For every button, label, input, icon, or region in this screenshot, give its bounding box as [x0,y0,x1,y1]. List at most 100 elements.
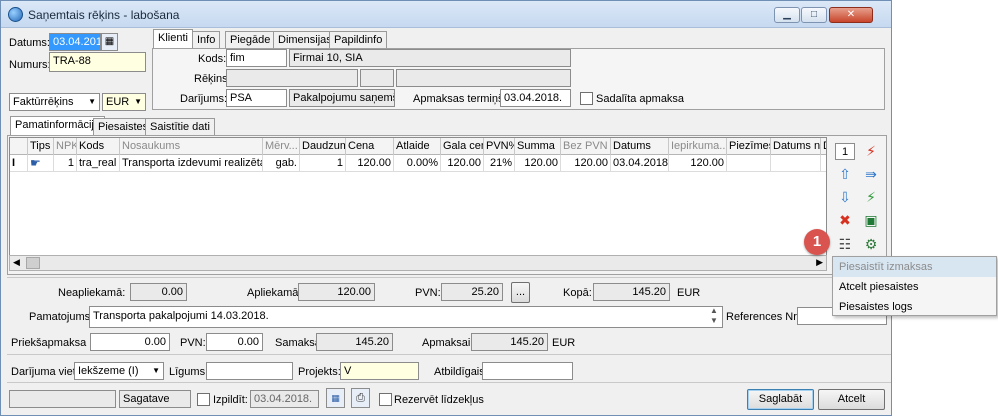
col-datums-no[interactable]: Datums no [771,138,821,155]
tab-piegade[interactable]: Piegāde [225,31,276,49]
kopa-currency: EUR [677,287,701,299]
rezervet-checkbox[interactable] [379,393,392,406]
move-right-icon[interactable]: ⇛ [861,164,881,184]
grid-horizontal-scrollbar[interactable]: ◀ ▶ [9,255,827,271]
col-gala-cena[interactable]: Gala cena [441,138,484,155]
maximize-button[interactable]: □ [801,7,827,23]
atbildigais-label: Atbildīgais: [434,366,488,378]
menu-item-piesaistes-logs[interactable]: Piesaistes logs [833,297,996,317]
move-up-icon[interactable]: ⇧ [835,164,855,184]
separator [7,277,891,278]
atbildigais-input[interactable] [482,362,573,380]
callout-badge: 1 [804,229,830,255]
save-button[interactable]: Saglabāt [747,389,814,410]
darijuma-vieta-select[interactable]: Iekšzeme (I) ▼ [74,362,164,380]
pvn-details-button[interactable]: ... [511,282,530,303]
col-cena[interactable]: Cena [346,138,394,155]
hand-icon[interactable]: ☛ [28,155,54,172]
doc-type-value: Faktūrrēķins [13,96,74,108]
col-atlaide[interactable]: Atlaide [394,138,441,155]
table-row[interactable]: I ☛ 1 tra_real Transporta izdevumi reali… [10,155,826,172]
references-label: References Nr.: [726,311,803,323]
excel-icon[interactable]: ▣ [861,210,881,230]
rezervet-label: Rezervēt līdzekļus [394,394,484,406]
pamatojums-spinner-icon[interactable]: ▲ ▼ [710,306,718,326]
list-icon[interactable]: ☷ [835,234,855,254]
delete-icon[interactable]: ✖ [835,210,855,230]
calendar-icon[interactable]: ▦ [326,388,345,408]
currency-value: EUR [106,96,130,108]
col-merv[interactable]: Mērv... [263,138,300,155]
col-piezimes[interactable]: Piezīmes [727,138,771,155]
col-pvn[interactable]: PVN% [484,138,515,155]
scroll-left-icon[interactable]: ◀ [13,257,20,268]
col-datums[interactable]: Datums [611,138,669,155]
close-button[interactable]: ✕ [829,7,873,23]
tab-dimensijas[interactable]: Dimensijas [273,31,337,49]
pamatojums-input[interactable]: Transporta pakalpojumi 14.03.2018. [89,306,723,328]
col-d[interactable]: D [821,138,826,155]
lightning-green-icon[interactable]: ⚡ [861,187,881,207]
move-down-icon[interactable]: ⇩ [835,187,855,207]
minimize-button[interactable]: ▁ [774,7,800,23]
apmaksas-termins-input[interactable]: 03.04.2018. [500,89,571,107]
sadalita-apmaksa-checkbox[interactable] [580,92,593,105]
col-kods[interactable]: Kods [77,138,120,155]
kopa-field: 145.20 [593,283,670,301]
invoice-window: Saņemtais rēķins - labošana ▁ □ ✕ Datums… [0,0,892,416]
menu-item-piesaistit-izmaksas[interactable]: Piesaistīt izmaksas [833,257,996,277]
col-bez-pvn[interactable]: Bez PVN [561,138,611,155]
link-costs-icon[interactable]: ⚙ [861,234,881,254]
tab-klienti[interactable]: Klienti [153,29,193,49]
col-npk[interactable]: NPK [54,138,77,155]
priekspmaksa-input[interactable]: 0.00 [90,333,170,351]
numurs-input[interactable]: TRA-88 [49,52,146,72]
ligums-input[interactable] [206,362,293,380]
lines-grid[interactable]: Tips NPK Kods Nosaukums Mērv... Daudzums… [9,137,827,271]
col-daudzums[interactable]: Daudzums [300,138,346,155]
scroll-right-icon[interactable]: ▶ [816,257,823,268]
kopa-label: Kopā: [563,287,592,299]
print-icon[interactable]: ⎙ [351,388,370,408]
col-iepirkuma[interactable]: Iepirkuma... [669,138,727,155]
app-icon [8,7,23,22]
tab-info[interactable]: Info [192,31,221,49]
doc-type-select[interactable]: Faktūrrēķins ▼ [9,93,100,111]
cell-atlaide: 0.00% [394,155,441,172]
cell-merv: gab. [263,155,300,172]
apmaksas-termins-label: Apmaksas termiņš: [413,93,507,105]
calendar-icon[interactable]: ▦ [101,33,118,51]
izpildit-checkbox[interactable] [197,393,210,406]
apmaksai-currency: EUR [552,337,576,349]
kods-input[interactable]: fim [226,49,287,67]
darijums-label: Darījums: [180,93,228,105]
cell-piezimes [727,155,771,172]
darijums-input[interactable]: PSA [226,89,287,107]
projekts-input[interactable]: V [340,362,419,380]
prepay-pvn-label: PVN: [180,337,206,349]
tab-pamatinformacija[interactable]: Pamatinformācija [10,116,105,136]
scroll-thumb[interactable] [26,257,40,269]
datums-label: Datums: [9,37,50,49]
col-nosaukums[interactable]: Nosaukums [120,138,263,155]
prepay-pvn-input[interactable]: 0.00 [206,333,263,351]
col-tips[interactable]: Tips [28,138,54,155]
apliekama-field: 120.00 [298,283,375,301]
lightning-red-icon[interactable]: ⚡ [861,141,881,161]
currency-select[interactable]: EUR ▼ [102,93,146,111]
menu-item-atcelt-piesaistes[interactable]: Atcelt piesaistes [833,277,996,297]
tab-papildinfo[interactable]: Papildinfo [329,31,388,49]
apmaksai-field: 145.20 [471,333,548,351]
sadalita-apmaksa-label: Sadalīta apmaksa [596,93,685,105]
tab-saistitie-dati[interactable]: Saistītie dati [145,118,215,136]
row-cursor-icon: I [10,155,28,172]
pvn-label: PVN: [415,287,441,299]
col-summa[interactable]: Summa [515,138,561,155]
pamatojums-label: Pamatojums: [29,311,94,323]
kods-label: Kods: [198,53,227,65]
cell-gala-cena: 120.00 [441,155,484,172]
cancel-button[interactable]: Atcelt [818,389,885,410]
datums-input[interactable]: 03.04.2018 [49,33,101,51]
rekins-field-1 [226,69,358,87]
cell-datums: 03.04.2018. [611,155,669,172]
